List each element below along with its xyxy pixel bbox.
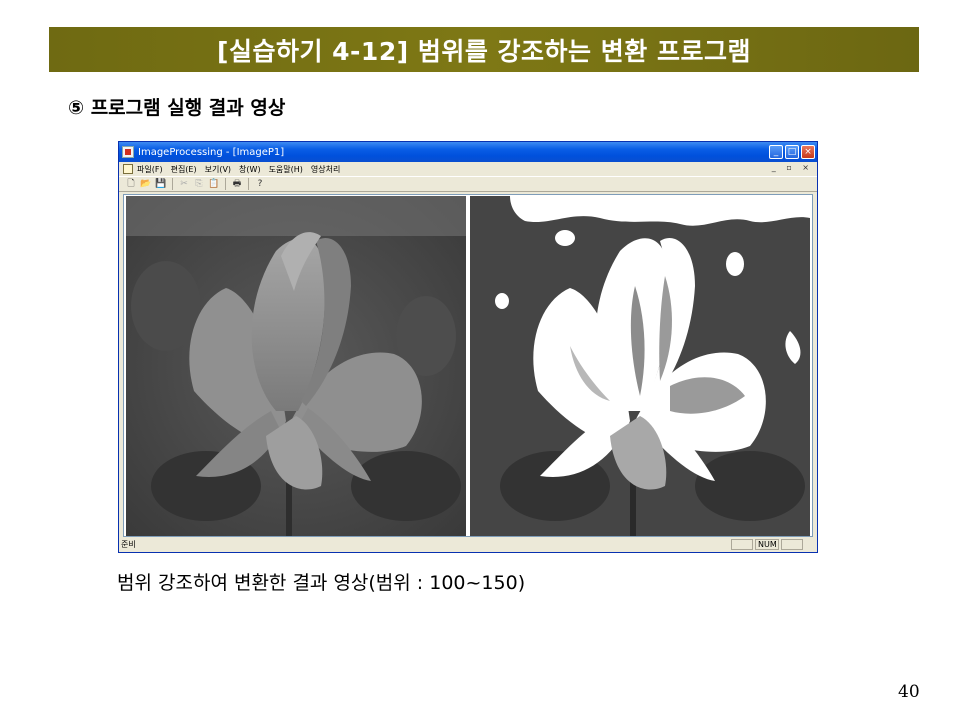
page-number: 40: [898, 682, 920, 702]
new-file-icon[interactable]: 🗋: [125, 178, 137, 190]
mdi-child-controls[interactable]: _ ▫ ×: [772, 163, 813, 172]
maximize-button[interactable]: □: [785, 145, 799, 159]
menu-view[interactable]: 보기(V): [205, 164, 231, 175]
toolbar-separator: [172, 178, 173, 190]
menubar: 파일(F) 편집(E) 보기(V) 창(W) 도움말(H) 영상처리 _ ▫ ×: [119, 162, 817, 176]
status-pane-empty: [731, 539, 753, 550]
app-icon[interactable]: [122, 146, 134, 158]
window-title: ImageProcessing - [ImageP1]: [138, 146, 285, 158]
cut-icon[interactable]: ✂: [178, 178, 190, 190]
figure-caption: 범위 강조하여 변환한 결과 영상(범위 : 100~150): [117, 572, 526, 594]
save-icon[interactable]: 💾: [155, 178, 167, 190]
minimize-button[interactable]: _: [769, 145, 783, 159]
original-image: [126, 196, 466, 536]
slide-title-bar: [실습하기 4-12] 범위를 강조하는 변환 프로그램: [49, 27, 919, 72]
menu-image-processing[interactable]: 영상처리: [311, 164, 340, 175]
window-titlebar[interactable]: ImageProcessing - [ImageP1] _ □ ×: [119, 142, 817, 162]
app-window: ImageProcessing - [ImageP1] _ □ × 파일(F) …: [118, 141, 818, 553]
document-icon[interactable]: [123, 164, 133, 174]
section-subtitle: ⑤ 프로그램 실행 결과 영상: [68, 97, 286, 119]
paste-icon[interactable]: 📋: [208, 178, 220, 190]
status-text: 준비: [121, 540, 136, 549]
menu-window[interactable]: 창(W): [239, 164, 261, 175]
status-pane-empty: [781, 539, 803, 550]
copy-icon[interactable]: ⎘: [193, 178, 205, 190]
toolbar: 🗋 📂 💾 ✂ ⎘ 📋 🖶 ?: [119, 176, 817, 192]
help-icon[interactable]: ?: [254, 178, 266, 190]
menu-file[interactable]: 파일(F): [137, 164, 163, 175]
num-lock-indicator: NUM: [755, 539, 779, 550]
print-icon[interactable]: 🖶: [231, 178, 243, 190]
menu-edit[interactable]: 편집(E): [171, 164, 197, 175]
close-button[interactable]: ×: [801, 145, 815, 159]
result-image: [470, 196, 810, 536]
toolbar-separator: [225, 178, 226, 190]
statusbar: 준비 NUM: [119, 537, 817, 552]
slide-title: [실습하기 4-12] 범위를 강조하는 변환 프로그램: [217, 36, 751, 66]
open-folder-icon[interactable]: 📂: [140, 178, 152, 190]
toolbar-separator: [248, 178, 249, 190]
mdi-client-area: [123, 194, 813, 537]
menu-help[interactable]: 도움말(H): [269, 164, 303, 175]
